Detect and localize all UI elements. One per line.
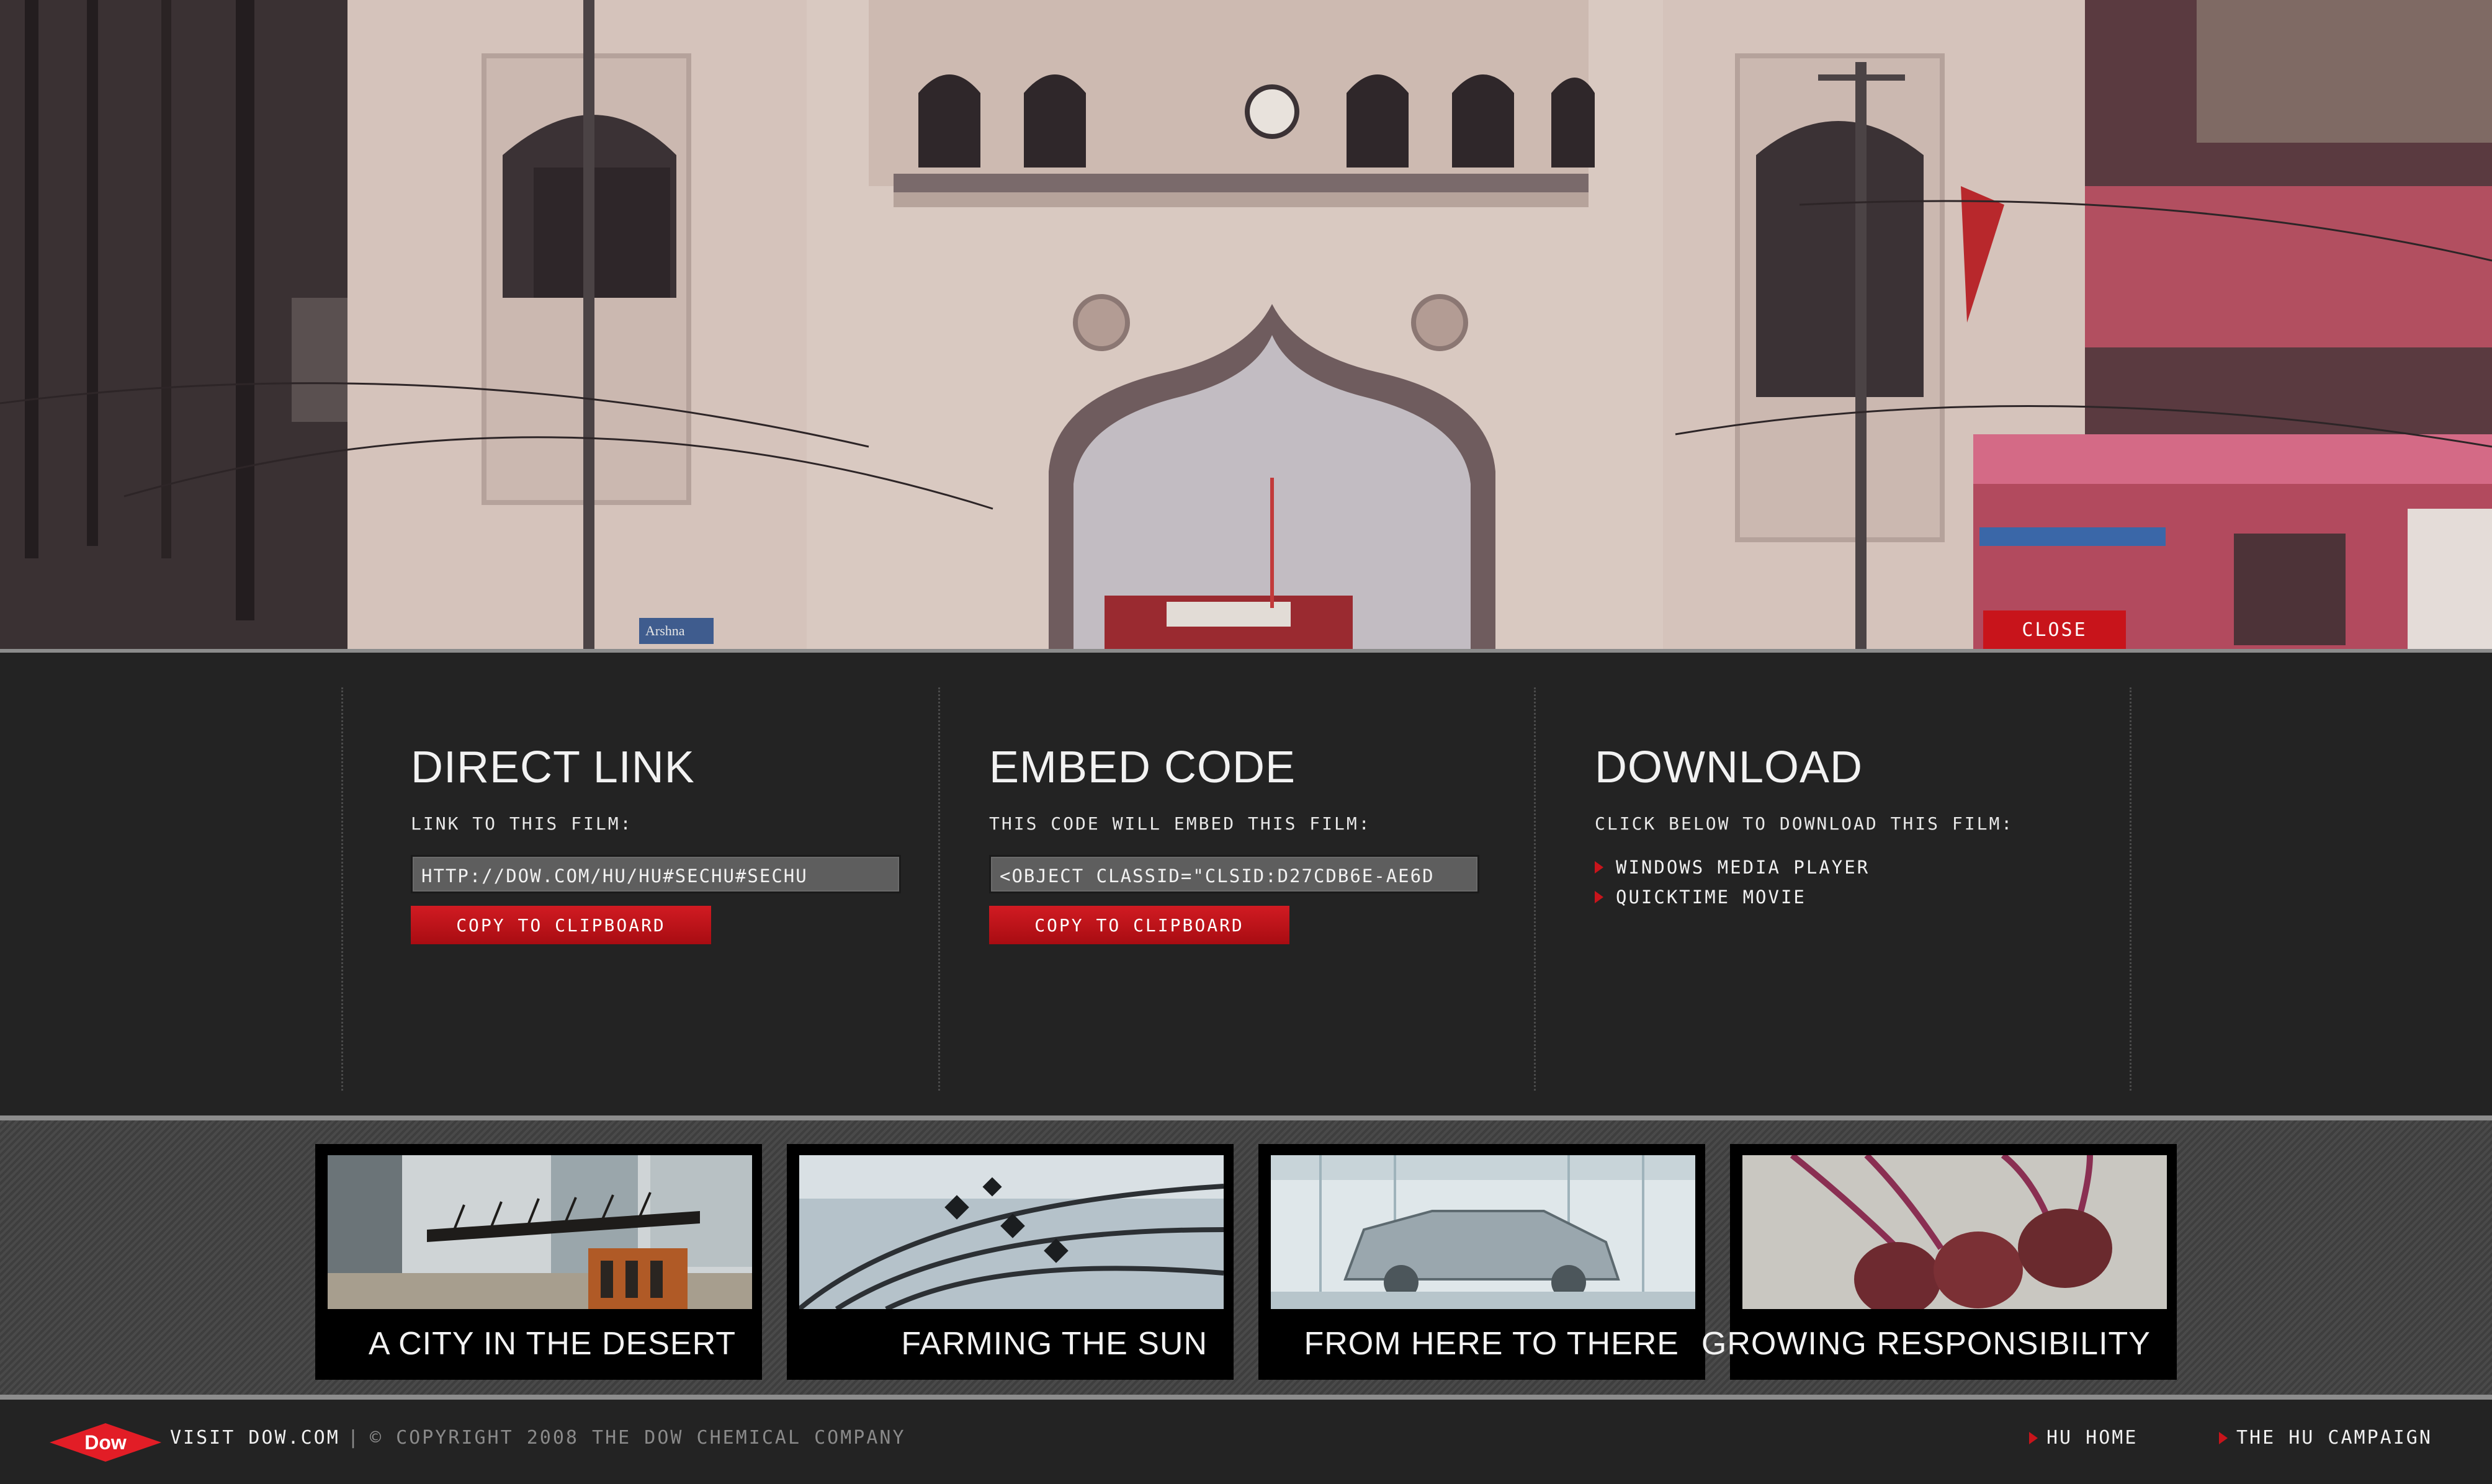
arrow-right-icon [2219, 1431, 2228, 1444]
film-thumbnail [1742, 1155, 2167, 1309]
download-quicktime-link[interactable]: QUICKTIME MOVIE [1595, 882, 2141, 912]
column-divider [341, 687, 343, 1091]
embed-code-field[interactable]: <OBJECT CLASSID="CLSID:D27CDB6E-AE6D [989, 855, 1479, 893]
film-title: GROWING RESPONSIBILITY [1701, 1326, 2151, 1362]
direct-link-field[interactable]: HTTP://DOW.COM/HU/HU#SECHU#SECHU [411, 855, 901, 893]
hu-home-link[interactable]: HU HOME [2029, 1427, 2138, 1449]
video-frame: Arshna CLOSE [0, 0, 2492, 649]
copy-embed-button[interactable]: COPY TO CLIPBOARD [989, 906, 1289, 944]
film-strip: A CITY IN THE DESERT FARMING THE SUN FRO… [0, 1115, 2492, 1400]
charminar-photo: Arshna [0, 0, 2492, 649]
embed-code-subheading: THIS CODE WILL EMBED THIS FILM: [989, 813, 1371, 834]
film-card-farming-sun[interactable]: FARMING THE SUN [787, 1144, 1234, 1380]
download-subheading: CLICK BELOW TO DOWNLOAD THIS FILM: [1595, 813, 2014, 834]
arrow-right-icon [2029, 1431, 2038, 1444]
footer-separator: | [347, 1427, 361, 1449]
film-thumbnail [799, 1155, 1224, 1309]
film-thumbnail [328, 1155, 752, 1309]
page: Arshna CLOSE DIRECT LINK LINK TO THIS FI… [0, 0, 2492, 1484]
arrow-right-icon [1595, 891, 1603, 903]
film-card-growing-responsibility[interactable]: GROWING RESPONSIBILITY [1701, 1144, 2177, 1380]
direct-link-heading: DIRECT LINK [411, 743, 695, 792]
film-title: A CITY IN THE DESERT [368, 1326, 736, 1362]
share-panel: DIRECT LINK LINK TO THIS FILM: HTTP://DO… [0, 653, 2492, 1115]
download-heading: DOWNLOAD [1595, 743, 1863, 792]
download-item-label: QUICKTIME MOVIE [1616, 887, 1806, 908]
hu-campaign-link[interactable]: THE HU CAMPAIGN [2219, 1427, 2432, 1449]
footer-nav-label: HU HOME [2046, 1427, 2138, 1449]
arrow-right-icon [1595, 861, 1603, 874]
download-item-label: WINDOWS MEDIA PLAYER [1616, 857, 1870, 878]
download-windows-media-link[interactable]: WINDOWS MEDIA PLAYER [1595, 852, 2141, 882]
copy-link-button[interactable]: COPY TO CLIPBOARD [411, 906, 711, 944]
svg-text:Dow: Dow [84, 1431, 127, 1454]
close-button[interactable]: CLOSE [1983, 610, 2126, 649]
direct-link-section: DIRECT LINK LINK TO THIS FILM: HTTP://DO… [411, 743, 957, 944]
footer-nav-label: THE HU CAMPAIGN [2236, 1427, 2432, 1449]
direct-link-subheading: LINK TO THIS FILM: [411, 813, 633, 834]
embed-code-heading: EMBED CODE [989, 743, 1296, 792]
visit-dow-link[interactable]: VISIT DOW.COM [170, 1427, 340, 1449]
film-card-here-to-there[interactable]: FROM HERE TO THERE [1258, 1144, 1705, 1380]
footer: Dow VISIT DOW.COM | © COPYRIGHT 2008 THE… [0, 1400, 2492, 1484]
film-card-city-desert[interactable]: A CITY IN THE DESERT [315, 1144, 762, 1380]
copyright-text: © COPYRIGHT 2008 THE DOW CHEMICAL COMPAN… [370, 1427, 906, 1449]
download-section: DOWNLOAD CLICK BELOW TO DOWNLOAD THIS FI… [1595, 743, 2141, 912]
film-title: FROM HERE TO THERE [1304, 1326, 1679, 1362]
strip-divider [0, 1395, 2492, 1400]
embed-code-section: EMBED CODE THIS CODE WILL EMBED THIS FIL… [989, 743, 1535, 944]
film-title: FARMING THE SUN [901, 1326, 1208, 1362]
film-thumbnail [1271, 1155, 1695, 1309]
svg-text:Arshna: Arshna [645, 623, 685, 638]
dow-logo[interactable]: Dow [50, 1423, 161, 1462]
strip-divider [0, 1115, 2492, 1120]
download-list: WINDOWS MEDIA PLAYER QUICKTIME MOVIE [1595, 852, 2141, 912]
